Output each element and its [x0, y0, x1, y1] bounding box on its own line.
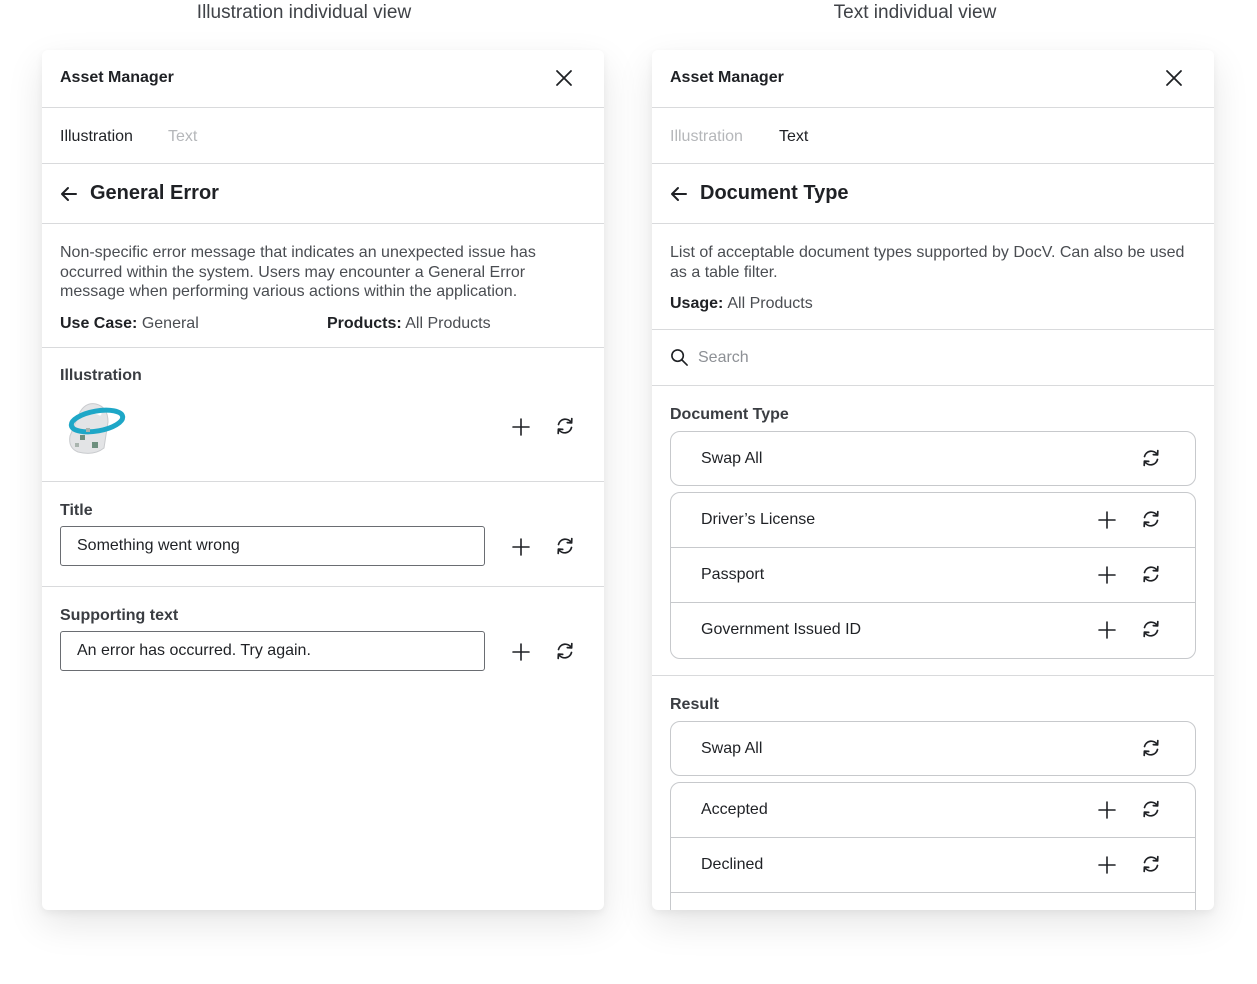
group-label: Document Type — [670, 405, 789, 423]
illustration-section: Illustration — [42, 348, 604, 482]
tab-text[interactable]: Text — [168, 128, 197, 146]
error-illustration-image[interactable] — [64, 398, 126, 456]
add-plus-icon[interactable] — [1096, 909, 1118, 911]
add-plus-icon[interactable] — [510, 641, 532, 663]
swap-icon[interactable] — [1140, 618, 1162, 640]
list-item: Government Issued ID — [671, 603, 1195, 658]
back-arrow-icon[interactable] — [670, 185, 688, 203]
page-title: Document Type — [700, 182, 849, 204]
close-icon[interactable] — [554, 68, 574, 88]
tab-bar: Illustration Text — [42, 108, 604, 164]
swap-icon[interactable] — [554, 415, 576, 437]
title-section: Title — [42, 482, 604, 587]
use-case-value: General — [141, 314, 199, 332]
swap-all-label: Swap All — [701, 739, 763, 757]
swap-icon[interactable] — [1140, 563, 1162, 585]
document-type-group: Document Type Swap All Driver’s License … — [652, 386, 1214, 676]
tab-illustration[interactable]: Illustration — [60, 128, 133, 146]
add-plus-icon[interactable] — [1096, 564, 1118, 586]
list-item: Accepted — [671, 783, 1195, 838]
page-title-bar: Document Type — [652, 164, 1214, 224]
use-case-label: Use Case: — [60, 314, 138, 332]
title-input[interactable] — [60, 526, 485, 566]
panel-header: Asset Manager — [42, 50, 604, 108]
products-value: All Products — [405, 314, 491, 332]
asset-description: Non-specific error message that indicate… — [42, 224, 604, 348]
item-label: Declined — [701, 855, 764, 873]
tab-illustration[interactable]: Illustration — [670, 128, 743, 146]
usage-value: All Products — [727, 295, 813, 312]
description-text: Non-specific error message that indicate… — [60, 244, 536, 300]
item-label: Driver’s License — [701, 510, 816, 528]
illustration-label: Illustration — [60, 367, 142, 384]
products-label: Products: — [327, 314, 402, 332]
item-label: Government Issued ID — [701, 620, 862, 638]
list-item: Declined — [671, 838, 1195, 893]
swap-all-row[interactable]: Swap All — [671, 432, 1195, 485]
tab-text[interactable]: Text — [779, 128, 808, 146]
use-case: Use Case: General — [60, 314, 327, 334]
search-input[interactable] — [696, 341, 1160, 374]
close-icon[interactable] — [1164, 68, 1184, 88]
list-item: Driver’s License — [671, 493, 1195, 548]
result-group: Result Swap All Accepted Declined — [652, 676, 1214, 911]
meta-row: Use Case: General Products: All Products — [60, 314, 586, 334]
swap-all-box: Swap All — [670, 430, 1196, 486]
panel-header: Asset Manager — [652, 50, 1214, 108]
swap-icon[interactable] — [1140, 447, 1162, 469]
back-arrow-icon[interactable] — [60, 185, 78, 203]
add-plus-icon[interactable] — [1096, 799, 1118, 821]
usage-label: Usage: — [670, 295, 724, 312]
right-view-caption: Text individual view — [833, 2, 997, 23]
text-view-panel: Asset Manager Illustration Text Document… — [652, 50, 1214, 910]
supporting-text-label: Supporting text — [60, 607, 179, 624]
supporting-text-section: Supporting text — [42, 587, 604, 691]
list-item: Passport — [671, 548, 1195, 603]
add-plus-icon[interactable] — [510, 536, 532, 558]
group-label: Result — [670, 695, 719, 713]
swap-icon[interactable] — [1140, 908, 1162, 911]
search-icon — [670, 348, 689, 367]
supporting-text-input[interactable] — [60, 631, 485, 671]
description-text: List of acceptable document types suppor… — [670, 244, 1185, 281]
item-label: Accepted — [701, 800, 768, 818]
swap-icon[interactable] — [1140, 508, 1162, 530]
swap-icon[interactable] — [1140, 798, 1162, 820]
tab-bar: Illustration Text — [652, 108, 1214, 164]
illustration-view-panel: Asset Manager Illustration Text General … — [42, 50, 604, 910]
products: Products: All Products — [327, 314, 491, 334]
swap-icon[interactable] — [554, 640, 576, 662]
items-box: Accepted Declined — [670, 781, 1196, 911]
swap-all-row[interactable]: Swap All — [671, 722, 1195, 775]
app-title: Asset Manager — [670, 69, 784, 86]
page-title-bar: General Error — [42, 164, 604, 224]
asset-description: List of acceptable document types suppor… — [652, 224, 1214, 330]
swap-icon[interactable] — [1140, 737, 1162, 759]
app-title: Asset Manager — [60, 69, 174, 86]
items-box: Driver’s License Passport Government Iss… — [670, 491, 1196, 659]
add-plus-icon[interactable] — [1096, 619, 1118, 641]
left-view-caption: Illustration individual view — [196, 2, 412, 23]
item-label: Passport — [701, 565, 765, 583]
meta-row: Usage: All Products — [670, 294, 1196, 314]
add-plus-icon[interactable] — [1096, 854, 1118, 876]
swap-all-box: Swap All — [670, 720, 1196, 776]
search-bar — [652, 330, 1214, 386]
add-plus-icon[interactable] — [510, 416, 532, 438]
page-title: General Error — [90, 182, 219, 204]
title-label: Title — [60, 502, 93, 519]
swap-icon[interactable] — [1140, 853, 1162, 875]
add-plus-icon[interactable] — [1096, 509, 1118, 531]
swap-icon[interactable] — [554, 535, 576, 557]
swap-all-label: Swap All — [701, 449, 763, 467]
list-item — [671, 893, 1195, 911]
